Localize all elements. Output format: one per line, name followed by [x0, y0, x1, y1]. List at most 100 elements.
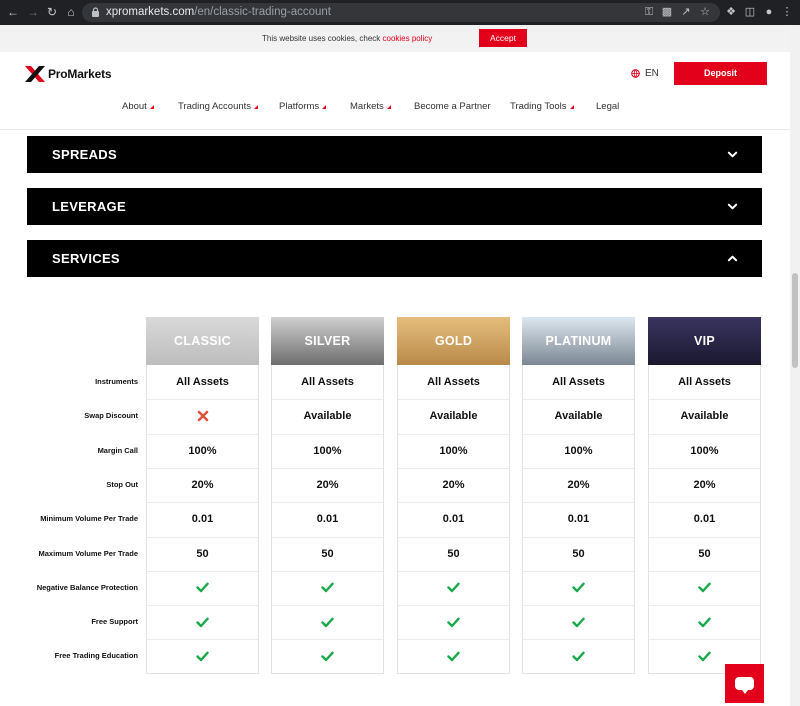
dropdown-caret-icon — [569, 105, 574, 109]
chat-button[interactable] — [725, 664, 764, 703]
accordion-leverage[interactable]: LEVERAGE — [27, 188, 762, 225]
table-cell: 0.01 — [442, 513, 465, 526]
cross-icon — [146, 399, 259, 433]
cookie-policy-link[interactable]: cookies policy — [383, 34, 433, 43]
table-cell: 20% — [316, 478, 339, 491]
check-icon — [648, 571, 761, 605]
accordion-spreads[interactable]: SPREADS — [27, 136, 762, 173]
row-label: Instruments — [95, 377, 138, 386]
share-icon[interactable]: ↗ — [679, 5, 693, 19]
nav-item-about[interactable]: About — [122, 101, 154, 112]
translate-icon[interactable]: ▩ — [660, 5, 674, 19]
logo-x-icon — [25, 66, 45, 82]
table-cell: 0.01 — [693, 513, 716, 526]
row-label: Maximum Volume Per Trade — [38, 548, 138, 558]
home-icon[interactable]: ⌂ — [64, 5, 78, 19]
table-cell: 100% — [439, 444, 468, 457]
accordion-title: SPREADS — [52, 147, 117, 162]
accept-cookies-button[interactable]: Accept — [479, 29, 527, 47]
nav-item-trading-accounts[interactable]: Trading Accounts — [178, 101, 259, 112]
logo[interactable]: ProMarkets — [24, 65, 112, 83]
table-cell: Available — [680, 410, 729, 423]
extensions-icon[interactable]: ❖ — [724, 5, 738, 19]
accordion-services[interactable]: SERVICES — [27, 240, 762, 277]
key-icon[interactable]: ⚿ — [642, 5, 656, 19]
accordion-title: LEVERAGE — [52, 199, 126, 214]
check-icon — [146, 605, 259, 639]
table-cell: Available — [303, 410, 352, 423]
check-icon — [397, 605, 510, 639]
check-icon — [146, 571, 259, 605]
forward-icon[interactable]: → — [26, 5, 40, 19]
cookie-message: This website uses cookies, check cookies… — [262, 34, 433, 43]
row-label: Minimum Volume Per Trade — [40, 514, 138, 524]
row-label: Swap Discount — [84, 411, 138, 421]
table-cell: All Assets — [678, 376, 731, 388]
language-selector[interactable]: EN — [631, 68, 659, 79]
row-label: Free Trading Education — [54, 651, 138, 661]
star-icon[interactable]: ☆ — [698, 5, 712, 19]
sidepanel-icon[interactable]: ◫ — [743, 5, 757, 19]
table-cell: 0.01 — [316, 513, 339, 526]
table-cell: All Assets — [301, 376, 354, 388]
nav-item-platforms[interactable]: Platforms — [279, 101, 327, 112]
menu-icon[interactable]: ⋮ — [780, 5, 794, 19]
deposit-button[interactable]: Deposit — [674, 62, 767, 85]
nav-item-trading-tools[interactable]: Trading Tools — [510, 101, 574, 112]
dropdown-caret-icon — [322, 105, 327, 109]
nav-item-markets[interactable]: Markets — [350, 101, 391, 112]
chevron-down-icon — [727, 203, 738, 210]
back-icon[interactable]: ← — [6, 5, 20, 19]
table-cell: 50 — [196, 547, 209, 560]
check-icon — [522, 571, 635, 605]
table-cell: 100% — [690, 444, 719, 457]
table-cell: All Assets — [552, 376, 605, 388]
globe-icon — [631, 69, 640, 78]
browser-toolbar: ← → ↻ ⌂ xpromarkets.com/en/classic-tradi… — [0, 0, 800, 25]
nav-item-become-a-partner[interactable]: Become a Partner — [414, 101, 491, 112]
language-label: EN — [645, 68, 659, 79]
check-icon — [522, 605, 635, 639]
table-cell: 20% — [567, 478, 590, 491]
account-header-gold: GOLD — [397, 317, 510, 365]
table-cell: 50 — [447, 547, 460, 560]
header-divider — [0, 129, 790, 130]
check-icon — [271, 605, 384, 639]
main-nav: About Trading Accounts Platforms Markets… — [0, 101, 800, 115]
check-icon — [397, 639, 510, 673]
table-cell: Available — [429, 410, 478, 423]
table-cell: 20% — [693, 478, 716, 491]
nav-item-legal[interactable]: Legal — [596, 101, 619, 112]
check-icon — [522, 639, 635, 673]
row-label: Free Support — [91, 617, 138, 627]
dropdown-caret-icon — [149, 105, 154, 109]
check-icon — [397, 571, 510, 605]
table-cell: 20% — [442, 478, 465, 491]
lock-icon — [92, 7, 99, 17]
table-cell: All Assets — [176, 376, 229, 388]
table-cell: 100% — [313, 444, 342, 457]
logo-text: ProMarkets — [48, 67, 112, 81]
account-header-classic: CLASSIC — [146, 317, 259, 365]
dropdown-caret-icon — [254, 105, 259, 109]
check-icon — [271, 571, 384, 605]
scrollbar-thumb[interactable] — [792, 273, 798, 368]
table-cell: 0.01 — [191, 513, 214, 526]
chevron-down-icon — [727, 151, 738, 158]
table-cell: 50 — [321, 547, 334, 560]
url-text: xpromarkets.com/en/classic-trading-accou… — [106, 6, 331, 18]
page-scrollbar[interactable] — [790, 25, 800, 706]
row-label: Stop Out — [106, 479, 138, 489]
dropdown-caret-icon — [386, 105, 391, 109]
check-icon — [648, 605, 761, 639]
row-label: Negative Balance Protection — [36, 582, 138, 592]
address-bar[interactable]: xpromarkets.com/en/classic-trading-accou… — [82, 3, 720, 22]
account-header-platinum: PLATINUM — [522, 317, 635, 365]
account-header-vip: VIP — [648, 317, 761, 365]
table-cell: All Assets — [427, 376, 480, 388]
table-cell: 100% — [564, 444, 593, 457]
check-icon — [146, 639, 259, 673]
profile-icon[interactable]: ● — [762, 5, 776, 19]
reload-icon[interactable]: ↻ — [45, 5, 59, 19]
chat-bubble-icon — [735, 677, 754, 694]
